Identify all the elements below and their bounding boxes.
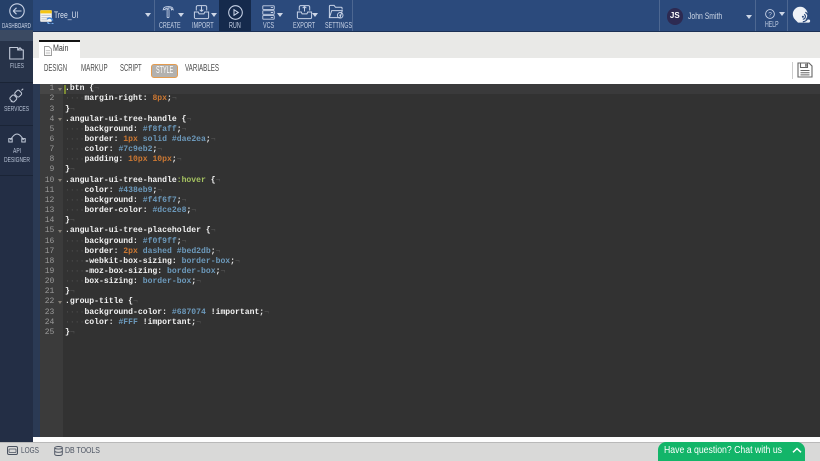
svg-text:?: ? (768, 11, 772, 18)
